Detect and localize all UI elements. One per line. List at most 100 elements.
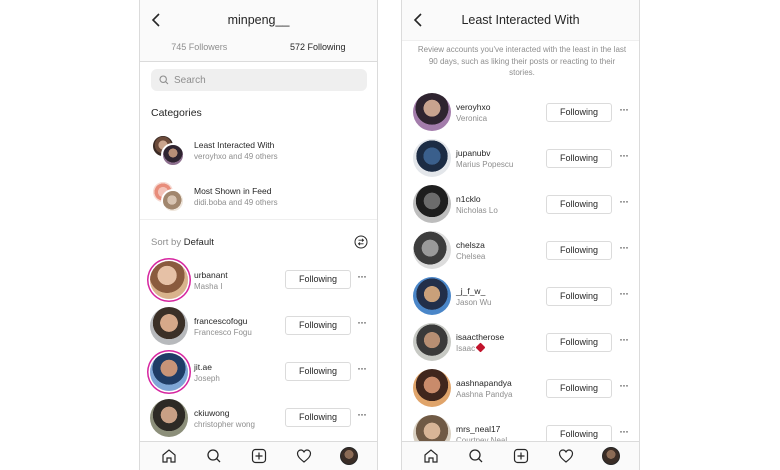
- heart-icon[interactable]: [556, 446, 576, 466]
- sort-value: Default: [183, 237, 214, 248]
- category-title: Least Interacted With: [194, 140, 275, 150]
- add-icon[interactable]: [511, 446, 531, 466]
- categories-heading: Categories: [151, 107, 202, 119]
- header-divider: [402, 40, 639, 41]
- avatar[interactable]: [150, 399, 188, 437]
- following-screen: minpeng__ 745 Followers 572 Following Ca…: [139, 0, 378, 470]
- profile-avatar[interactable]: [601, 446, 621, 466]
- following-button[interactable]: Following: [285, 316, 351, 335]
- more-options-icon[interactable]: ···: [619, 103, 633, 118]
- following-button[interactable]: Following: [285, 270, 351, 289]
- avatar: [161, 143, 185, 167]
- page-title: minpeng__: [227, 13, 290, 27]
- profile-avatar[interactable]: [339, 446, 359, 466]
- page-title: Least Interacted With: [461, 13, 580, 27]
- full-name: Chelsea: [456, 252, 486, 261]
- search-icon: [159, 75, 169, 85]
- avatar[interactable]: [413, 369, 451, 407]
- full-name: christopher wong: [194, 420, 255, 429]
- following-button[interactable]: Following: [546, 241, 612, 260]
- avatar[interactable]: [413, 231, 451, 269]
- following-button[interactable]: Following: [285, 362, 351, 381]
- category-least-interacted[interactable]: Least Interacted With veroyhxo and 49 ot…: [151, 132, 371, 168]
- list-item[interactable]: jit.ae Joseph Following ···: [140, 351, 377, 395]
- avatar[interactable]: [150, 307, 188, 345]
- username: veroyhxo: [456, 102, 491, 112]
- more-options-icon[interactable]: ···: [619, 287, 633, 302]
- avatar[interactable]: [413, 185, 451, 223]
- following-button[interactable]: Following: [546, 103, 612, 122]
- username: aashnapandya: [456, 378, 512, 388]
- avatar[interactable]: [413, 139, 451, 177]
- bottom-nav: [140, 441, 377, 470]
- search-bar[interactable]: [151, 69, 367, 91]
- list-item[interactable]: aashnapandya Aashna Pandya Following ···: [402, 367, 639, 411]
- home-icon[interactable]: [421, 446, 441, 466]
- heart-icon[interactable]: [294, 446, 314, 466]
- search-icon[interactable]: [466, 446, 486, 466]
- header: Least Interacted With: [402, 0, 639, 40]
- search-icon[interactable]: [204, 446, 224, 466]
- more-options-icon[interactable]: ···: [619, 379, 633, 394]
- full-name: Masha I: [194, 282, 223, 291]
- more-options-icon[interactable]: ···: [619, 241, 633, 256]
- section-divider: [140, 219, 377, 220]
- back-arrow-icon[interactable]: [148, 11, 164, 29]
- home-icon[interactable]: [159, 446, 179, 466]
- avatar[interactable]: [413, 277, 451, 315]
- username: isaactherose: [456, 332, 505, 342]
- list-item[interactable]: jupanubv Marius Popescu Following ···: [402, 137, 639, 181]
- more-options-icon[interactable]: ···: [619, 195, 633, 210]
- username: jit.ae: [194, 362, 212, 372]
- following-button[interactable]: Following: [546, 333, 612, 352]
- category-avatars: [151, 134, 187, 168]
- list-item[interactable]: veroyhxo Veronica Following ···: [402, 91, 639, 135]
- full-name: Francesco Fogu: [194, 328, 252, 337]
- avatar[interactable]: [413, 93, 451, 131]
- sort-icon[interactable]: [354, 235, 368, 249]
- avatar[interactable]: [413, 323, 451, 361]
- following-button[interactable]: Following: [285, 408, 351, 427]
- more-options-icon[interactable]: ···: [619, 149, 633, 164]
- username: ckiuwong: [194, 408, 230, 418]
- full-name: Marius Popescu: [456, 160, 514, 169]
- category-subtitle: didi.boba and 49 others: [194, 198, 278, 207]
- list-item[interactable]: isaactherose Isaac Following ···: [402, 321, 639, 365]
- following-button[interactable]: Following: [546, 195, 612, 214]
- header: minpeng__: [140, 0, 377, 40]
- sort-label: Sort by: [151, 237, 184, 248]
- list-item[interactable]: chelsza Chelsea Following ···: [402, 229, 639, 273]
- tab-followers[interactable]: 745 Followers: [140, 40, 259, 62]
- following-button[interactable]: Following: [546, 149, 612, 168]
- more-options-icon[interactable]: ···: [357, 362, 371, 377]
- sort-control[interactable]: Sort by Default: [151, 237, 214, 248]
- username: _j_f_w_: [456, 286, 486, 296]
- following-button[interactable]: Following: [546, 287, 612, 306]
- search-input[interactable]: [174, 74, 354, 86]
- full-name: Jason Wu: [456, 298, 492, 307]
- follow-tabs: 745 Followers 572 Following: [140, 40, 377, 62]
- following-button[interactable]: Following: [546, 379, 612, 398]
- list-item[interactable]: _j_f_w_ Jason Wu Following ···: [402, 275, 639, 319]
- list-item[interactable]: ckiuwong christopher wong Following ···: [140, 397, 377, 441]
- list-item[interactable]: francescofogu Francesco Fogu Following ·…: [140, 305, 377, 349]
- more-options-icon[interactable]: ···: [619, 333, 633, 348]
- more-options-icon[interactable]: ···: [357, 316, 371, 331]
- rose-emoji-icon: [475, 342, 486, 353]
- avatar[interactable]: [150, 353, 188, 391]
- username: n1cklo: [456, 194, 481, 204]
- full-name: Isaac: [456, 344, 476, 353]
- add-icon[interactable]: [249, 446, 269, 466]
- avatar[interactable]: [150, 261, 188, 299]
- category-most-shown[interactable]: Most Shown in Feed didi.boba and 49 othe…: [151, 178, 371, 214]
- more-options-icon[interactable]: ···: [357, 270, 371, 285]
- more-options-icon[interactable]: ···: [619, 425, 633, 440]
- more-options-icon[interactable]: ···: [357, 408, 371, 423]
- full-name: Joseph: [194, 374, 220, 383]
- back-arrow-icon[interactable]: [410, 11, 426, 29]
- list-item[interactable]: n1cklo Nicholas Lo Following ···: [402, 183, 639, 227]
- username: mrs_neal17: [456, 424, 501, 434]
- list-item[interactable]: urbanant Masha I Following ···: [140, 259, 377, 303]
- username: urbanant: [194, 270, 228, 280]
- tab-following[interactable]: 572 Following: [258, 40, 378, 62]
